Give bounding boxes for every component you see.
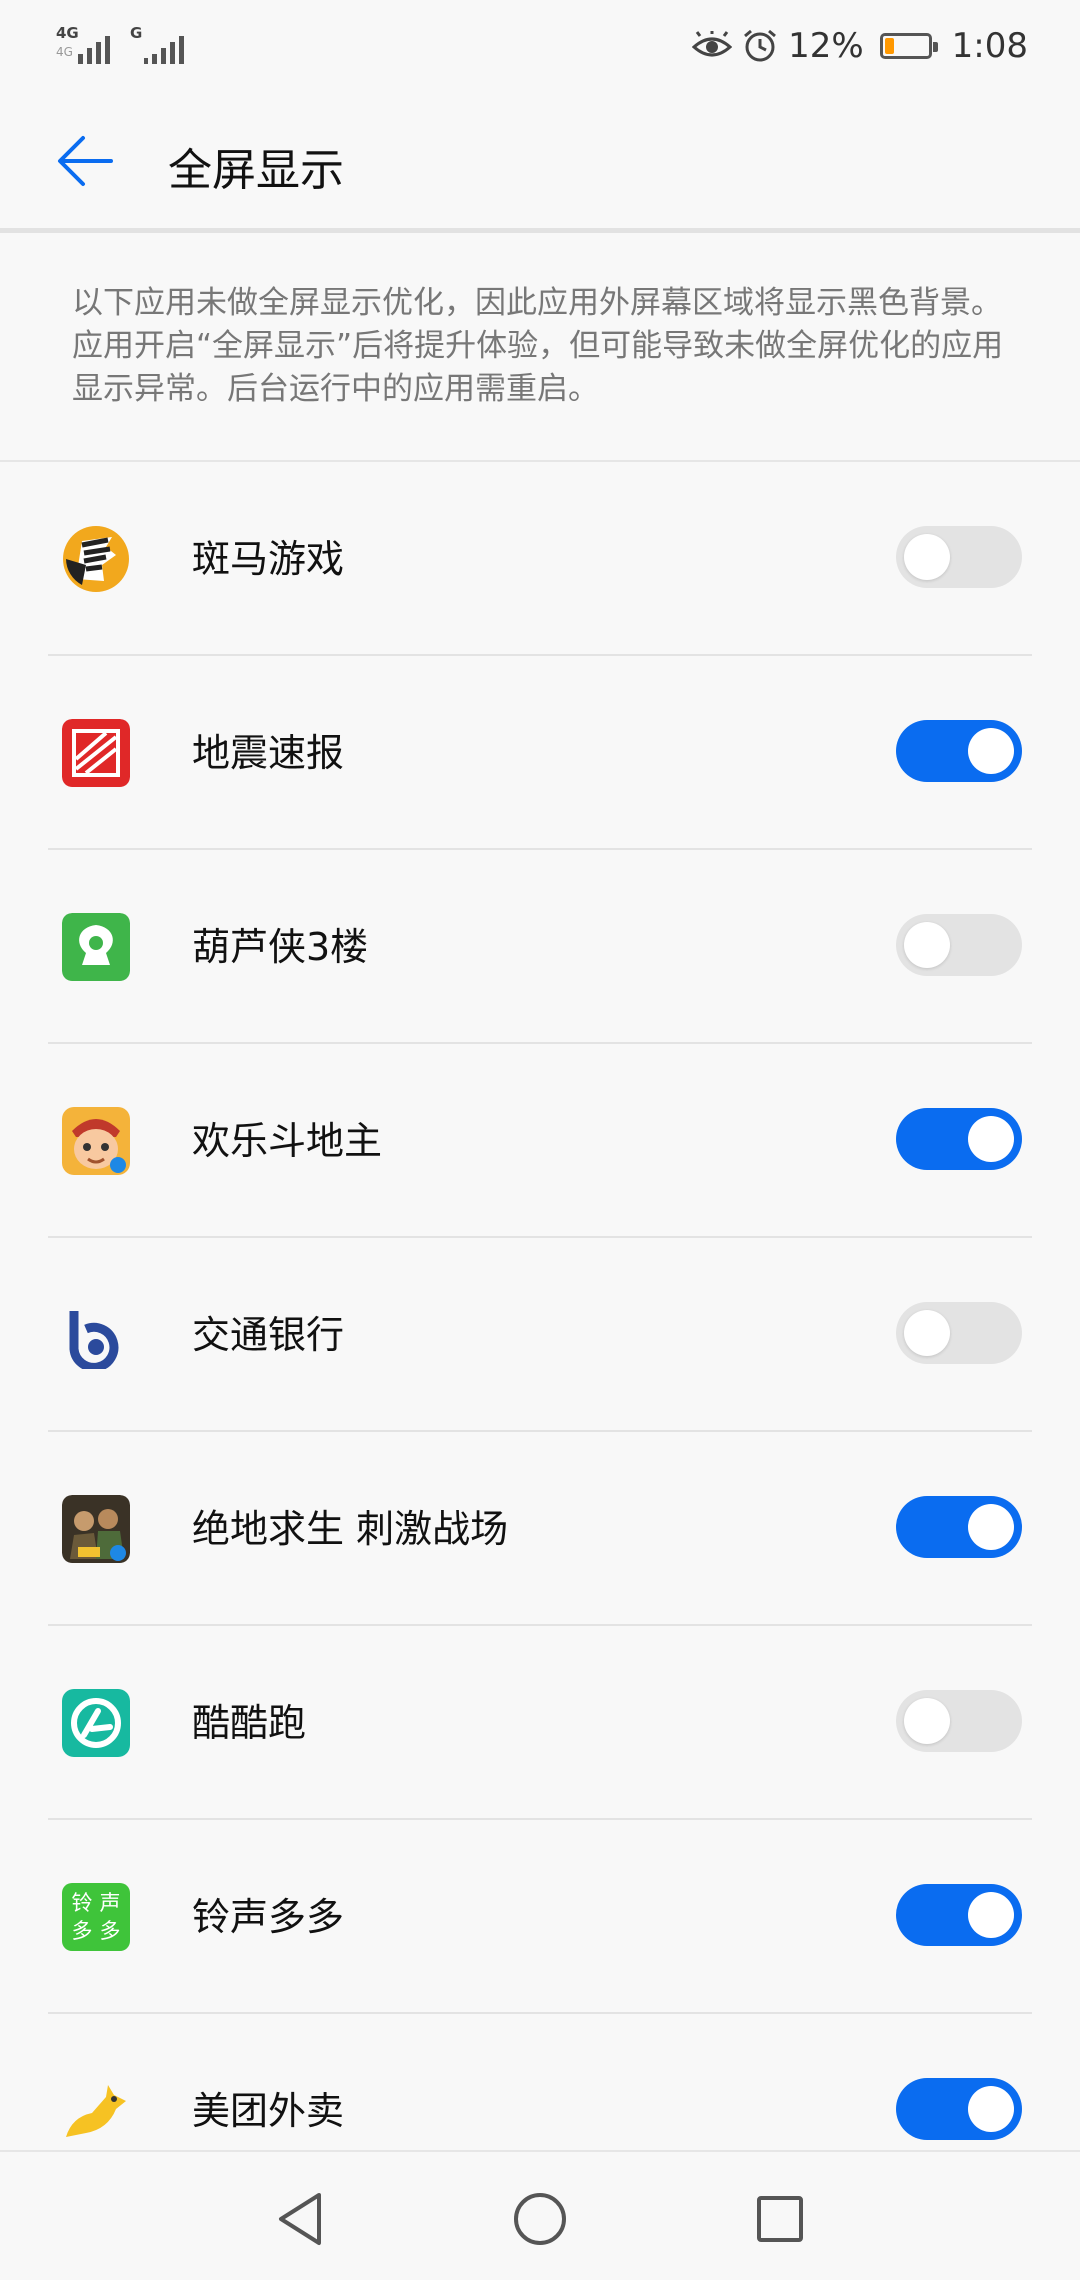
battery-icon (879, 33, 938, 59)
app-name: 地震速报 (192, 731, 345, 775)
app-name: 酷酷跑 (192, 1701, 307, 1745)
app-row-zebra[interactable]: 斑马游戏 (0, 462, 1080, 656)
app-name: 美团外卖 (192, 2089, 345, 2133)
navigation-bar (0, 2150, 1080, 2280)
page-title: 全屏显示 (168, 145, 344, 196)
kukupao-icon (62, 1689, 130, 1757)
fullscreen-toggle-kukupao[interactable] (896, 1690, 1022, 1752)
app-bar: 全屏显示 (0, 90, 1080, 228)
fullscreen-toggle-pubg[interactable] (896, 1496, 1022, 1558)
signal-group: 4G 4G G (56, 24, 184, 64)
app-row-gourd[interactable]: 葫芦侠3楼 (0, 850, 1080, 1044)
app-row-doudizhu[interactable]: 欢乐斗地主 (0, 1044, 1080, 1238)
ringtone-icon-char: 铃 (71, 1890, 93, 1915)
app-row-earthquake[interactable]: 地震速报 (0, 656, 1080, 850)
toggle-knob (968, 1504, 1014, 1550)
battery-percent: 12% (788, 26, 864, 66)
ringtone-icon-char: 多 (71, 1918, 93, 1943)
arrow-left-icon (58, 136, 113, 186)
app-name: 斑马游戏 (192, 537, 345, 581)
nav-recent-icon (757, 2196, 803, 2242)
description-text: 以下应用未做全屏显示优化，因此应用外屏幕区域将显示黑色背景。应用开启“全屏显示”… (72, 285, 1004, 407)
toggle-knob (904, 534, 950, 580)
toggle-knob (968, 2086, 1014, 2132)
sim1-sub-label: 4G (56, 45, 73, 59)
sim2-signal-icon: G (130, 26, 184, 64)
fullscreen-toggle-meituan[interactable] (896, 2078, 1022, 2140)
bankcomm-icon (62, 1301, 130, 1369)
fullscreen-toggle-bankcomm[interactable] (896, 1302, 1022, 1364)
fullscreen-toggle-zebra[interactable] (896, 526, 1022, 588)
ringtone-icon-char: 声 (99, 1890, 121, 1915)
ringtone-icon: 铃 声 多 多 (62, 1883, 130, 1951)
fullscreen-toggle-doudizhu[interactable] (896, 1108, 1022, 1170)
nav-back-icon (279, 2193, 321, 2245)
toggle-knob (904, 922, 950, 968)
app-row-kukupao[interactable]: 酷酷跑 (0, 1626, 1080, 1820)
back-button[interactable] (40, 116, 130, 206)
sim1-type-label: 4G (56, 24, 79, 42)
gourd-icon (62, 913, 130, 981)
app-name: 葫芦侠3楼 (192, 925, 369, 969)
meituan-icon (62, 2077, 130, 2145)
fullscreen-toggle-gourd[interactable] (896, 914, 1022, 976)
clock: 1:08 (951, 26, 1028, 66)
ringtone-icon-char: 多 (99, 1918, 121, 1943)
nav-home-button[interactable] (505, 2184, 575, 2254)
nav-back-button[interactable] (265, 2184, 335, 2254)
fullscreen-toggle-ringtone[interactable] (896, 1884, 1022, 1946)
nav-home-icon (514, 2193, 566, 2245)
app-name: 交通银行 (192, 1313, 345, 1357)
earthquake-icon (62, 719, 130, 787)
doudizhu-icon (62, 1107, 130, 1175)
app-row-ringtone[interactable]: 铃 声 多 多 铃声多多 (0, 1820, 1080, 2014)
pubg-icon (62, 1495, 130, 1563)
app-name: 欢乐斗地主 (192, 1119, 383, 1163)
app-row-pubg[interactable]: 绝地求生 刺激战场 (0, 1432, 1080, 1626)
app-name: 绝地求生 刺激战场 (192, 1507, 509, 1551)
toggle-knob (968, 1892, 1014, 1938)
status-right: 12% 1:08 (692, 22, 1028, 70)
status-bar: 4G 4G G 12% 1:08 (0, 0, 1080, 90)
sim2-type-label: G (130, 24, 143, 42)
toggle-knob (968, 728, 1014, 774)
nav-recent-button[interactable] (745, 2184, 815, 2254)
header-divider (0, 228, 1080, 233)
sim1-signal-icon: 4G 4G (56, 26, 110, 64)
toggle-knob (968, 1116, 1014, 1162)
alarm-icon (744, 29, 777, 62)
app-row-bankcomm[interactable]: 交通银行 (0, 1238, 1080, 1432)
eye-comfort-icon (692, 31, 733, 57)
toggle-knob (904, 1310, 950, 1356)
zebra-icon (62, 525, 130, 593)
fullscreen-toggle-earthquake[interactable] (896, 720, 1022, 782)
app-name: 铃声多多 (192, 1895, 345, 1939)
app-list: 斑马游戏 地震速报 葫芦侠3楼 欢乐斗地主 交通银行 绝地求生 刺激战场 酷酷跑… (0, 462, 1080, 2208)
toggle-knob (904, 1698, 950, 1744)
